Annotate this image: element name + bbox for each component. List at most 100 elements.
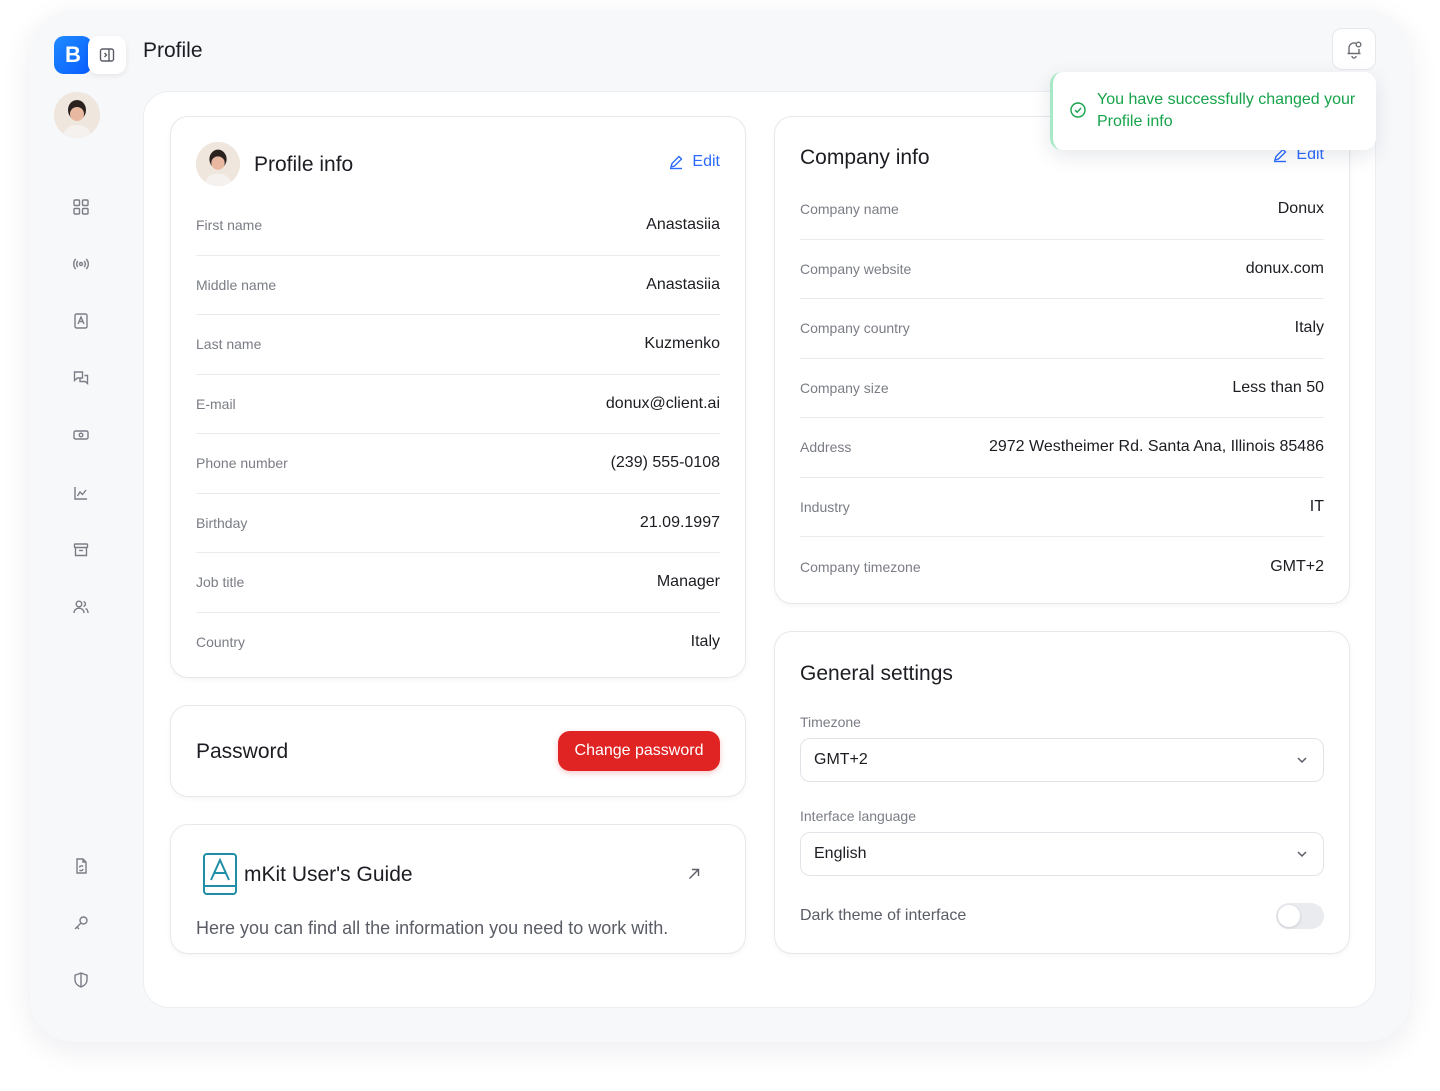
toast-message: You have successfully changed your Profi…: [1097, 91, 1356, 130]
company-row: Company timezone GMT+2: [800, 537, 1324, 597]
company-info-title: Company info: [800, 146, 930, 169]
document-sync-icon[interactable]: [68, 853, 94, 879]
row-value: 2972 Westheimer Rd. Santa Ana, Illinois …: [988, 438, 1324, 456]
guide-book-icon: [202, 852, 238, 901]
profile-edit-label: Edit: [692, 153, 720, 170]
timezone-value: GMT+2: [814, 751, 868, 768]
row-label: Birthday: [196, 514, 248, 531]
dark-theme-label: Dark theme of interface: [800, 907, 967, 924]
page-title: Profile: [143, 39, 203, 62]
sidebar-toggle-button[interactable]: [88, 36, 126, 74]
row-label: Company size: [800, 379, 889, 396]
pencil-icon: [670, 155, 683, 170]
chevron-down-icon: [1297, 757, 1307, 764]
check-circle-icon: [1070, 102, 1086, 118]
contact-book-icon[interactable]: [68, 308, 94, 334]
general-settings-card: General settings Timezone GMT+2 Interfac…: [774, 631, 1350, 954]
broadcast-icon[interactable]: [68, 251, 94, 277]
user-avatar[interactable]: [54, 92, 100, 138]
dark-theme-toggle[interactable]: [1276, 903, 1324, 929]
row-label: First name: [196, 217, 263, 234]
row-label: Job title: [196, 574, 245, 591]
profile-row: Last name Kuzmenko: [196, 315, 720, 375]
dashboard-icon[interactable]: [68, 194, 94, 220]
password-title: Password: [196, 740, 289, 763]
general-settings-title: General settings: [800, 662, 953, 685]
language-select[interactable]: English: [800, 832, 1324, 876]
profile-avatar: [196, 142, 240, 186]
row-value: Less than 50: [1232, 378, 1324, 396]
guide-title: mKit User's Guide: [244, 863, 413, 886]
row-label: Company name: [800, 201, 899, 218]
company-row: Industry IT: [800, 478, 1324, 537]
archive-icon[interactable]: [68, 537, 94, 563]
change-password-button[interactable]: Change password: [558, 731, 720, 771]
row-label: Industry: [800, 498, 850, 515]
row-value: Donux: [1277, 200, 1324, 218]
row-label: Phone number: [196, 455, 288, 472]
row-value: Manager: [656, 573, 720, 591]
profile-row: Job title Manager: [196, 553, 720, 613]
row-label: Address: [800, 439, 852, 456]
key-icon[interactable]: [68, 910, 94, 936]
profile-info-title: Profile info: [254, 153, 354, 176]
content-panel: Profile info Edit First name Anastasiia M…: [143, 91, 1376, 1008]
notifications-button[interactable]: [1332, 28, 1376, 70]
row-value: Italy: [1294, 319, 1324, 337]
external-link-icon[interactable]: [687, 867, 701, 886]
users-icon[interactable]: [68, 594, 94, 620]
row-value: (239) 555-0108: [610, 454, 720, 472]
profile-row: Middle name Anastasiia: [196, 256, 720, 315]
user-guide-card[interactable]: mKit User's Guide Here you can find all …: [170, 824, 746, 954]
row-label: Company country: [800, 320, 910, 337]
profile-row: E-mail donux@client.ai: [196, 375, 720, 434]
row-value: donux@client.ai: [605, 394, 720, 412]
profile-edit-button[interactable]: Edit: [668, 153, 720, 171]
profile-rows: First name Anastasiia Middle name Anastasi…: [196, 196, 720, 672]
row-value: IT: [1309, 497, 1324, 515]
profile-row: Birthday 21.09.1997: [196, 494, 720, 553]
profile-row: Country Italy: [196, 613, 720, 673]
company-row: Address 2972 Westheimer Rd. Santa Ana, Il…: [800, 418, 1324, 478]
company-row: Company country Italy: [800, 299, 1324, 359]
password-card: Password Change password: [170, 705, 746, 797]
logo-letter: B: [65, 42, 81, 67]
language-value: English: [814, 845, 867, 862]
row-label: E-mail: [196, 395, 236, 412]
row-label: Company timezone: [800, 558, 921, 575]
language-label: Interface language: [800, 808, 916, 824]
app-logo[interactable]: B: [54, 36, 92, 74]
row-label: Middle name: [196, 276, 277, 293]
company-row: Company size Less than 50: [800, 359, 1324, 418]
company-row: Company website donux.com: [800, 240, 1324, 299]
row-label: Last name: [196, 336, 262, 353]
money-icon[interactable]: [68, 422, 94, 448]
row-value: donux.com: [1245, 259, 1324, 277]
row-label: Company website: [800, 260, 912, 277]
company-info-card: Company info Edit Company name Donux Comp…: [774, 116, 1350, 604]
company-row: Company name Donux: [800, 180, 1324, 240]
chevron-down-icon: [1297, 851, 1307, 858]
profile-info-card: Profile info Edit First name Anastasiia M…: [170, 116, 746, 678]
bell-icon: [1347, 41, 1362, 59]
profile-row: Phone number (239) 555-0108: [196, 434, 720, 494]
row-value: Italy: [690, 633, 720, 651]
guide-description: Here you can find all the information yo…: [196, 918, 669, 938]
company-rows: Company name Donux Company website donux.c…: [800, 180, 1324, 597]
profile-row: First name Anastasiia: [196, 196, 720, 256]
row-value: 21.09.1997: [639, 513, 720, 531]
row-label: Country: [196, 634, 246, 651]
timezone-select[interactable]: GMT+2: [800, 738, 1324, 782]
row-value: GMT+2: [1270, 557, 1324, 575]
row-value: Kuzmenko: [644, 335, 720, 353]
sidebar-panel-icon: [99, 48, 115, 62]
success-toast: You have successfully changed your Profi…: [1050, 72, 1376, 150]
chat-icon[interactable]: [68, 365, 94, 391]
chart-icon[interactable]: [68, 480, 94, 506]
app-window: B Profile Profile info Edit First name A…: [30, 10, 1410, 1042]
row-value: Anastasiia: [646, 216, 720, 234]
row-value: Anastasiia: [646, 275, 720, 293]
toggle-knob: [1278, 905, 1300, 927]
timezone-label: Timezone: [800, 714, 861, 730]
shield-icon[interactable]: [68, 967, 94, 993]
